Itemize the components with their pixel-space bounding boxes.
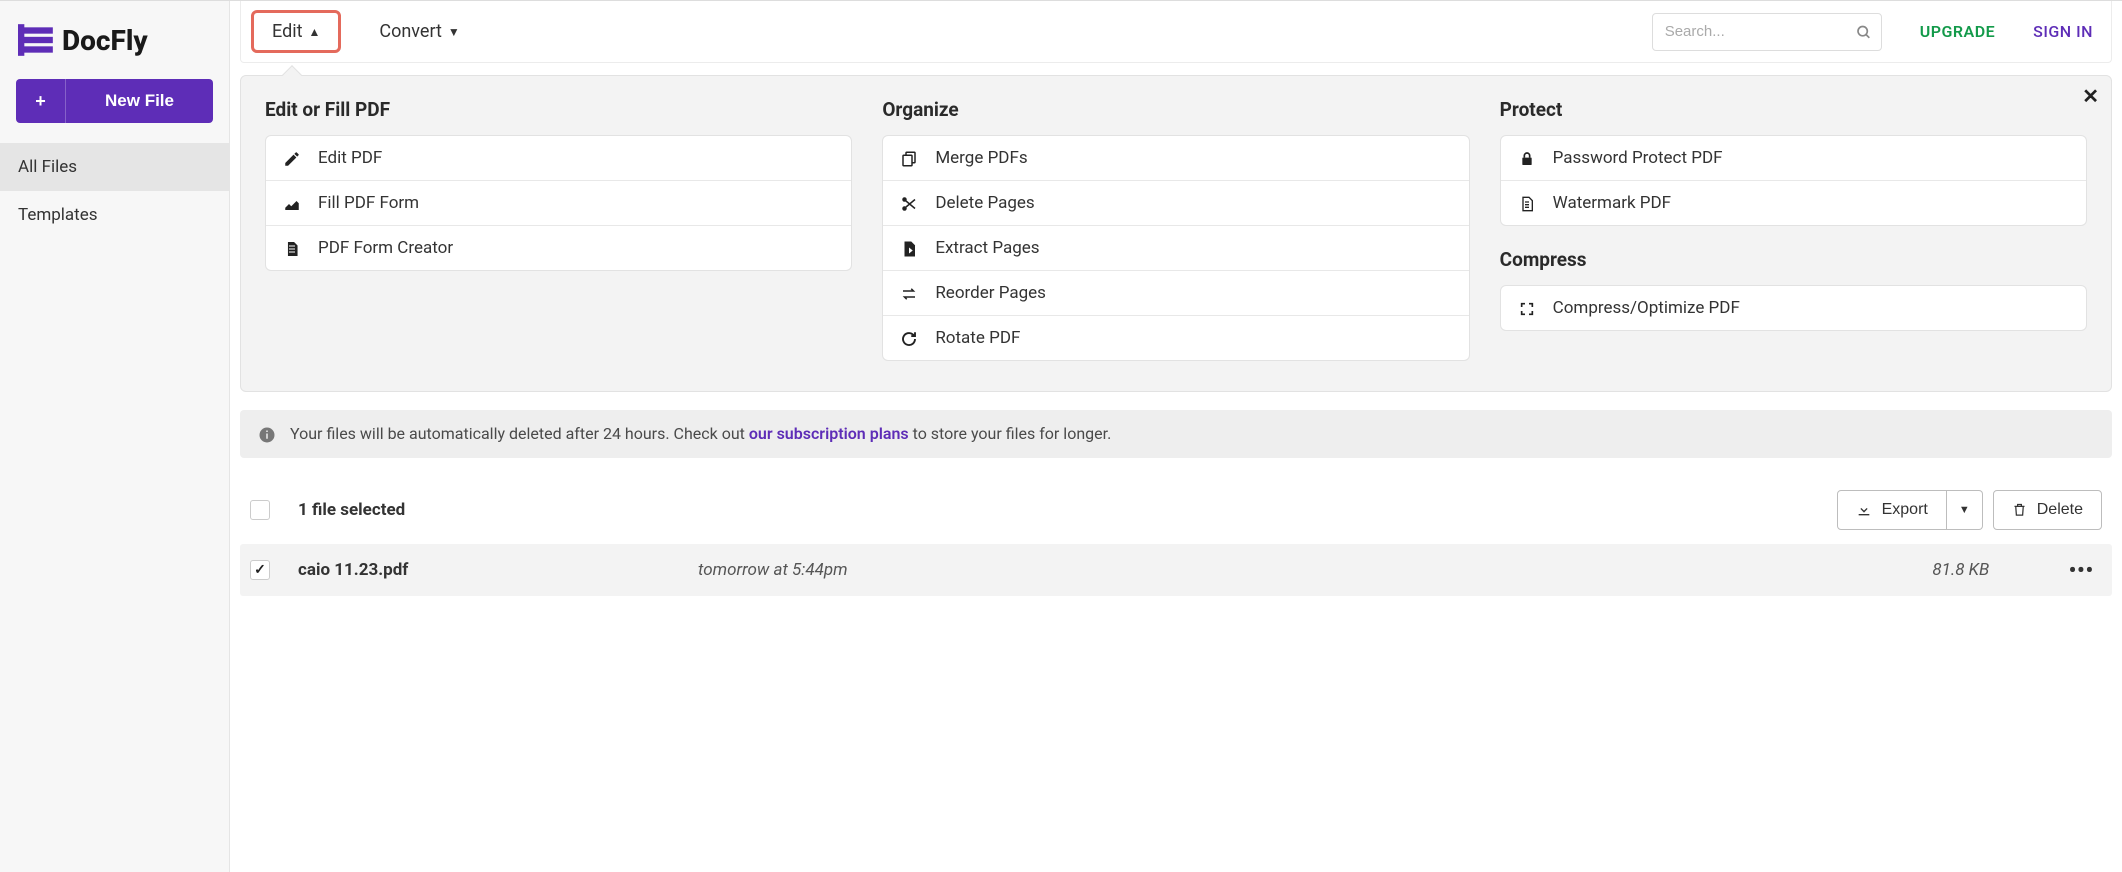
selection-count: 1 file selected [298, 500, 405, 520]
info-text: Your files will be automatically deleted… [290, 424, 1111, 443]
docfly-logo-icon [18, 21, 56, 59]
document-icon [1517, 193, 1537, 213]
new-file-button[interactable]: + New File [16, 79, 213, 123]
swap-icon [899, 283, 919, 303]
mega-item-label: Edit PDF [318, 148, 382, 168]
close-icon[interactable]: ✕ [2082, 84, 2099, 108]
compress-icon [1517, 298, 1537, 318]
main-content: Edit ▲ Convert ▼ UPGRADE SIGN IN ✕ [230, 1, 2122, 872]
mega-item-form-creator[interactable]: PDF Form Creator [266, 225, 851, 270]
info-banner: Your files will be automatically deleted… [240, 410, 2112, 458]
mega-title-protect: Protect [1500, 98, 2087, 121]
mega-col-protect: Protect Password Protect PDF [1500, 98, 2087, 361]
file-arrow-icon [899, 238, 919, 258]
mega-item-merge[interactable]: Merge PDFs [883, 136, 1468, 180]
convert-menu-label: Convert [379, 21, 442, 42]
document-icon [282, 238, 302, 258]
trash-icon [2012, 501, 2027, 519]
info-icon [258, 424, 276, 444]
select-all-checkbox[interactable] [250, 500, 270, 520]
export-label: Export [1882, 501, 1928, 519]
mega-title-edit: Edit or Fill PDF [265, 98, 852, 121]
mega-item-label: Rotate PDF [935, 328, 1020, 348]
mega-col-organize: Organize Merge PDFs Delete P [882, 98, 1469, 361]
new-file-label: New File [66, 91, 213, 111]
convert-menu-button[interactable]: Convert ▼ [361, 13, 477, 50]
mega-item-rotate[interactable]: Rotate PDF [883, 315, 1468, 360]
mega-item-label: Password Protect PDF [1553, 148, 1723, 168]
mega-item-label: Delete Pages [935, 193, 1034, 213]
mega-item-label: Merge PDFs [935, 148, 1027, 168]
mega-item-label: Fill PDF Form [318, 193, 419, 213]
file-date: tomorrow at 5:44pm [698, 560, 1861, 580]
info-prefix: Your files will be automatically deleted… [290, 424, 749, 443]
search-wrap [1652, 13, 1882, 51]
edit-menu-label: Edit [272, 21, 302, 42]
export-dropdown-button[interactable]: ▼ [1947, 490, 1983, 530]
sidebar-item-label: Templates [18, 205, 98, 225]
mega-item-label: Extract Pages [935, 238, 1039, 258]
menu-pointer [282, 65, 302, 85]
pencil-square-icon [282, 148, 302, 168]
mega-title-compress: Compress [1500, 248, 2087, 271]
mega-item-label: Compress/Optimize PDF [1553, 298, 1740, 318]
mega-title-organize: Organize [882, 98, 1469, 121]
mega-item-label: PDF Form Creator [318, 238, 453, 258]
copy-icon [899, 148, 919, 168]
file-checkbox[interactable] [250, 560, 270, 580]
mega-item-watermark[interactable]: Watermark PDF [1501, 180, 2086, 225]
file-size: 81.8 KB [1861, 560, 2061, 580]
subscription-link[interactable]: our subscription plans [749, 424, 909, 443]
caret-down-icon: ▼ [448, 25, 460, 39]
mega-item-edit-pdf[interactable]: Edit PDF [266, 136, 851, 180]
mega-item-password[interactable]: Password Protect PDF [1501, 136, 2086, 180]
mega-item-label: Watermark PDF [1553, 193, 1671, 213]
caret-up-icon: ▲ [308, 25, 320, 39]
signin-link[interactable]: SIGN IN [2033, 22, 2093, 41]
file-action-bar: 1 file selected Export ▼ Delete [240, 482, 2112, 544]
mega-item-fill-form[interactable]: Fill PDF Form [266, 180, 851, 225]
edit-mega-menu: ✕ Edit or Fill PDF Edit PDF [240, 75, 2112, 392]
sidebar: DocFly + New File All Files Templates [0, 1, 230, 872]
plus-icon: + [16, 79, 66, 123]
download-icon [1856, 501, 1872, 519]
mega-item-reorder-pages[interactable]: Reorder Pages [883, 270, 1468, 315]
rotate-icon [899, 328, 919, 348]
mega-col-edit: Edit or Fill PDF Edit PDF Fi [265, 98, 852, 361]
search-icon[interactable] [1856, 22, 1872, 41]
brand-logo: DocFly [0, 21, 229, 79]
sidebar-item-all-files[interactable]: All Files [0, 143, 229, 191]
top-toolbar: Edit ▲ Convert ▼ UPGRADE SIGN IN [240, 1, 2112, 63]
export-button-group: Export ▼ [1837, 490, 1983, 530]
sidebar-item-label: All Files [18, 157, 77, 177]
mega-item-label: Reorder Pages [935, 283, 1046, 303]
upgrade-link[interactable]: UPGRADE [1920, 22, 1995, 41]
more-options-icon[interactable]: ••• [2061, 558, 2102, 582]
sign-icon [282, 193, 302, 213]
edit-menu-button[interactable]: Edit ▲ [251, 10, 341, 53]
file-row[interactable]: caio 11.23.pdf tomorrow at 5:44pm 81.8 K… [240, 544, 2112, 596]
mega-item-extract-pages[interactable]: Extract Pages [883, 225, 1468, 270]
caret-down-icon: ▼ [1959, 504, 1970, 516]
info-suffix: to store your files for longer. [909, 424, 1112, 443]
scissors-icon [899, 193, 919, 213]
file-name: caio 11.23.pdf [298, 560, 698, 580]
delete-label: Delete [2037, 501, 2083, 519]
export-button[interactable]: Export [1837, 490, 1947, 530]
sidebar-item-templates[interactable]: Templates [0, 191, 229, 239]
delete-button[interactable]: Delete [1993, 490, 2102, 530]
brand-name: DocFly [62, 24, 148, 57]
lock-icon [1517, 148, 1537, 168]
mega-item-compress[interactable]: Compress/Optimize PDF [1501, 286, 2086, 330]
search-input[interactable] [1652, 13, 1882, 51]
mega-item-delete-pages[interactable]: Delete Pages [883, 180, 1468, 225]
